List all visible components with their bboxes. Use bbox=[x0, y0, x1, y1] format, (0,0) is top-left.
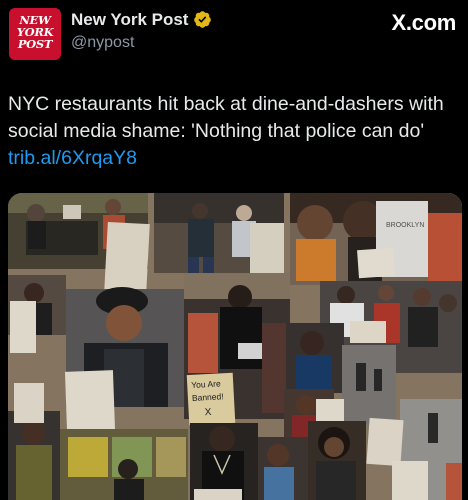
post-header: NEW YORK POST New York Post @nypost X.co… bbox=[0, 0, 468, 70]
post-body: NYC restaurants hit back at dine-and-das… bbox=[8, 93, 444, 142]
avatar-logo-text: NEW YORK POST bbox=[9, 14, 61, 50]
display-name[interactable]: New York Post bbox=[71, 10, 188, 30]
verified-badge-icon bbox=[194, 11, 211, 28]
avatar-line-3: POST bbox=[17, 37, 53, 51]
collage-image: BROOKLYN You Are Banned! X bbox=[8, 193, 462, 500]
account-handle[interactable]: @nypost bbox=[71, 34, 134, 52]
x-logo: X.com bbox=[391, 10, 456, 35]
post-image[interactable]: BROOKLYN You Are Banned! X bbox=[8, 193, 462, 500]
avatar[interactable]: NEW YORK POST bbox=[9, 8, 61, 60]
post-link[interactable]: trib.al/6XrqaY8 bbox=[8, 147, 137, 169]
post-text: NYC restaurants hit back at dine-and-das… bbox=[8, 91, 460, 172]
